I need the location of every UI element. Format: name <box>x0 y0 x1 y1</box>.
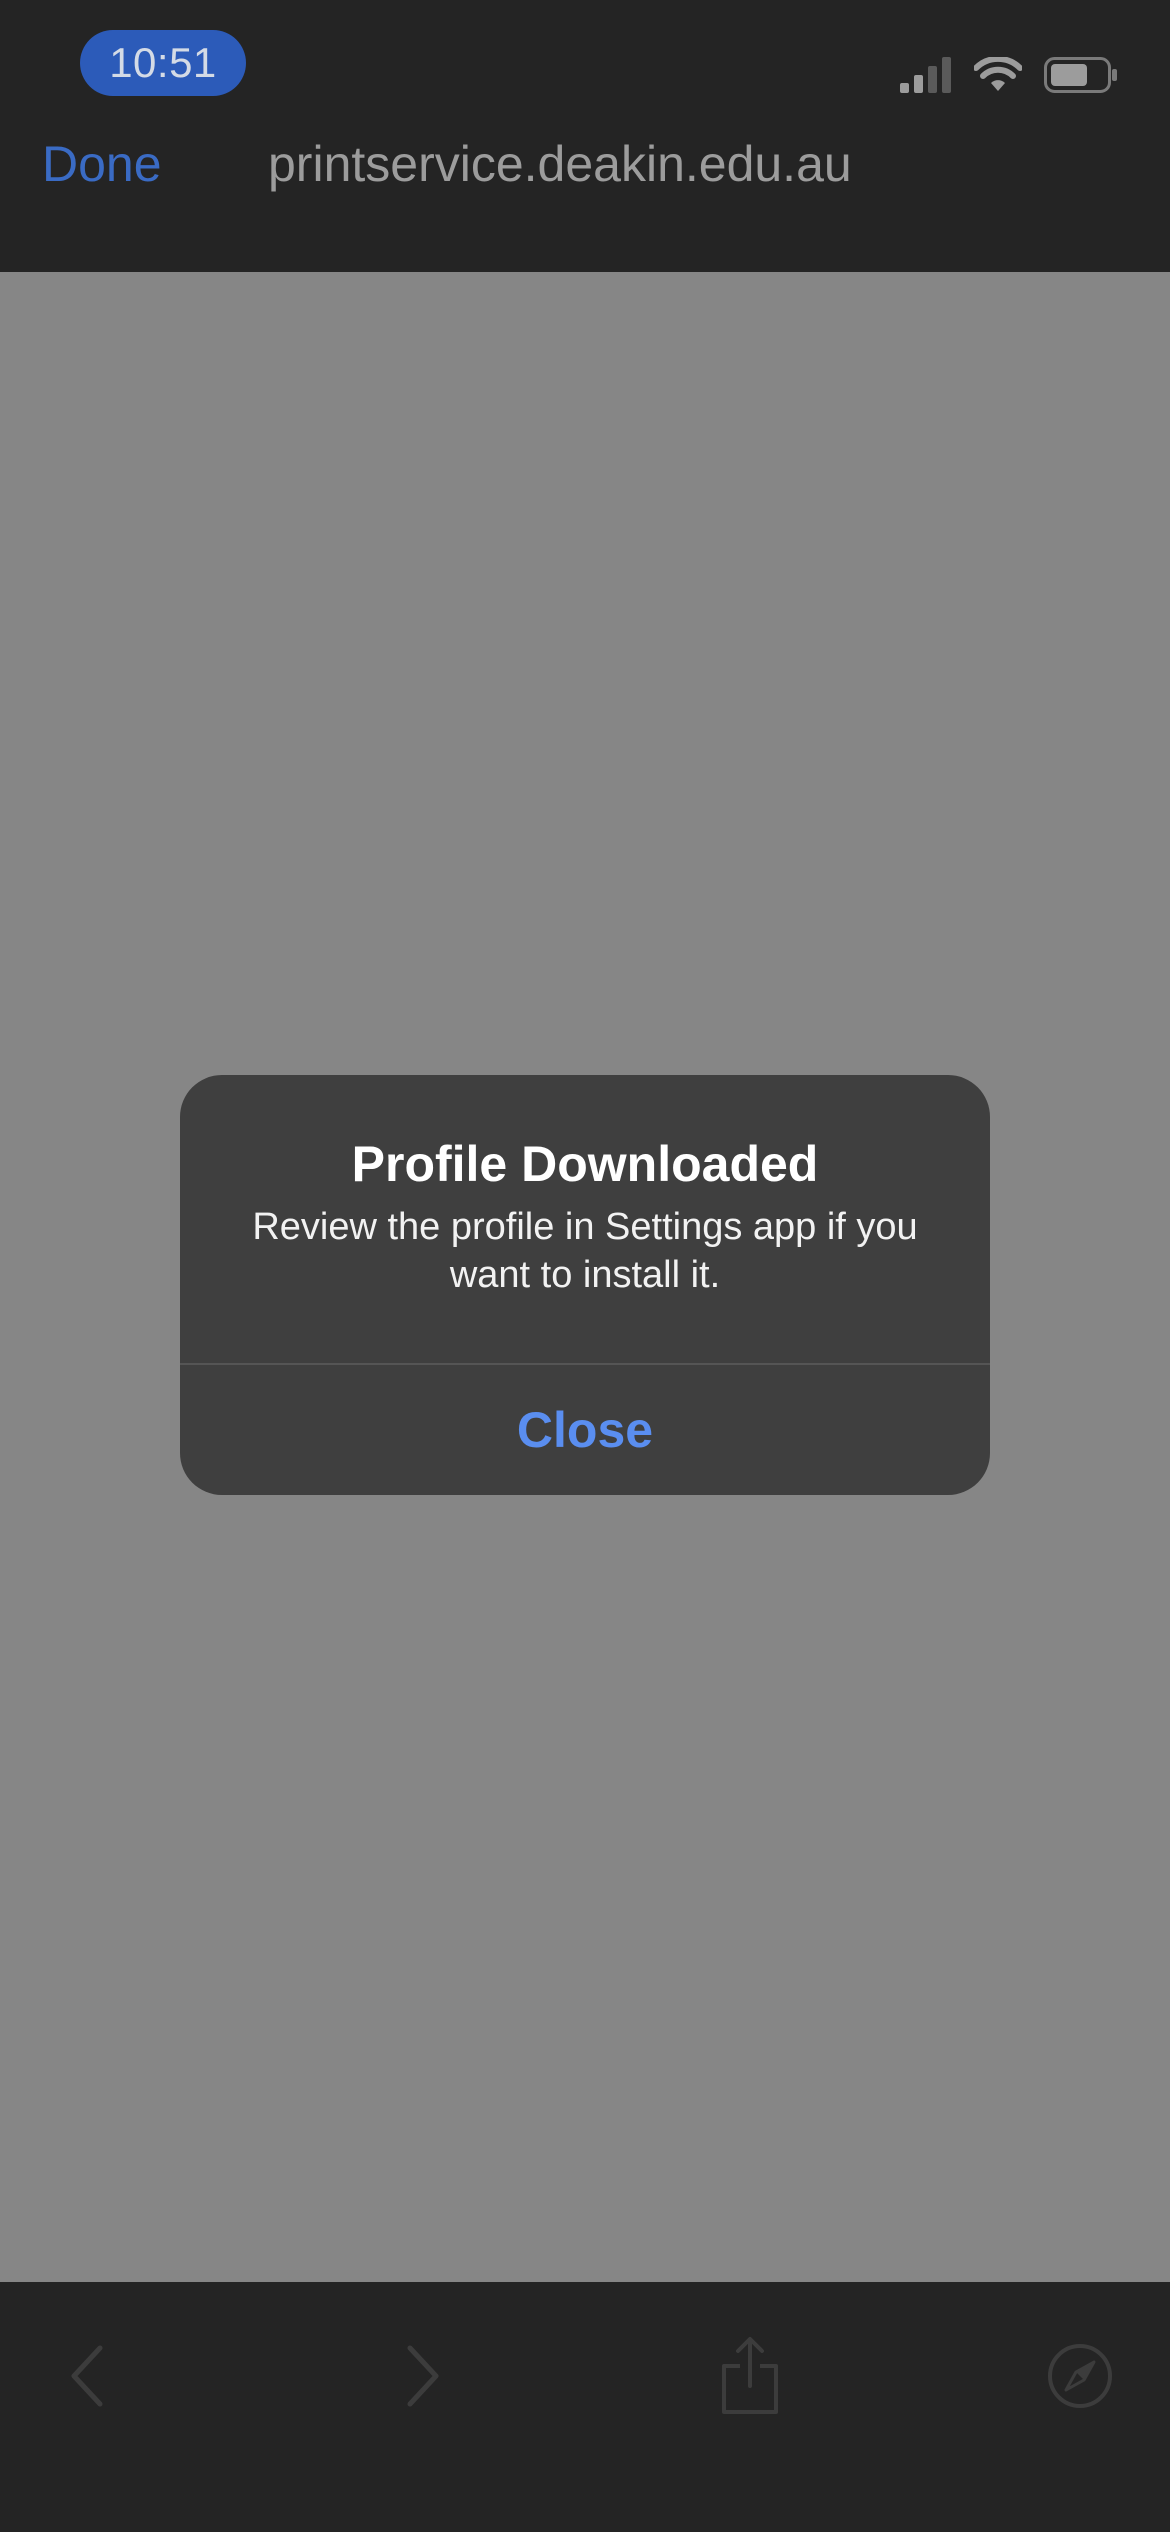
back-button[interactable] <box>38 2326 138 2426</box>
battery-icon <box>1044 57 1118 93</box>
share-button[interactable] <box>700 2326 800 2426</box>
back-chevron-icon <box>68 2344 108 2408</box>
cellular-signal-icon <box>900 57 952 93</box>
status-icons <box>900 48 1118 102</box>
compass-icon <box>1046 2342 1114 2410</box>
alert-title: Profile Downloaded <box>351 1136 819 1192</box>
open-in-safari-button[interactable] <box>1030 2326 1130 2426</box>
forward-button[interactable] <box>372 2326 472 2426</box>
done-button[interactable]: Done <box>42 130 162 198</box>
share-icon <box>718 2336 782 2416</box>
bottom-toolbar <box>0 2282 1170 2532</box>
alert-message: Review the profile in Settings app if yo… <box>252 1206 918 1296</box>
close-button[interactable]: Close <box>180 1365 990 1495</box>
status-time: 10:51 <box>80 30 246 96</box>
screen: 10:51 Done printservice.deakin.edu.au Pr… <box>0 0 1170 2532</box>
wifi-icon <box>974 57 1022 93</box>
forward-chevron-icon <box>402 2344 442 2408</box>
page-title: printservice.deakin.edu.au <box>268 136 852 192</box>
profile-downloaded-alert: Profile Downloaded Review the profile in… <box>180 1075 990 1495</box>
top-bar: 10:51 Done printservice.deakin.edu.au <box>0 0 1170 272</box>
